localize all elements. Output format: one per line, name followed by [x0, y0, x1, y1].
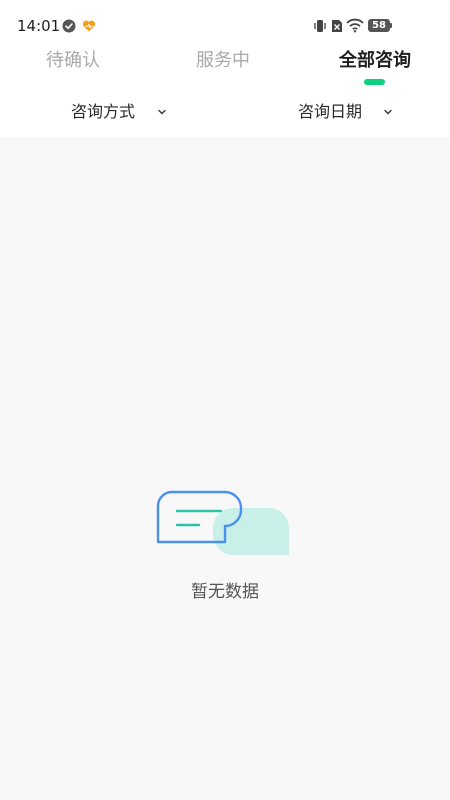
filter-consult-method[interactable]: 咨询方式	[71, 100, 171, 124]
shield-check-icon	[62, 19, 76, 33]
filter-consult-date-label: 咨询日期	[298, 102, 363, 121]
heart-app-icon	[82, 20, 96, 32]
wifi-icon	[346, 18, 364, 33]
status-time: 14:01	[17, 17, 61, 35]
chevron-down-icon	[158, 109, 166, 115]
battery-level: 58	[372, 20, 386, 31]
filter-consult-method-label: 咨询方式	[71, 102, 136, 121]
status-bar: 14:01 58	[0, 0, 450, 44]
tab-in-service[interactable]: 服务中	[178, 48, 268, 74]
vibrate-icon	[314, 20, 326, 32]
tab-active-indicator	[364, 79, 385, 85]
battery-icon: 58	[368, 19, 390, 32]
no-sim-icon	[332, 20, 342, 32]
empty-state-message: 暂无数据	[191, 582, 259, 602]
tab-pending[interactable]: 待确认	[28, 48, 118, 74]
battery-tip	[390, 23, 392, 28]
empty-chat-icon	[156, 490, 289, 555]
tab-all-consultations[interactable]: 全部咨询	[330, 48, 420, 74]
filter-consult-date[interactable]: 咨询日期	[298, 100, 398, 124]
chevron-down-icon	[384, 109, 392, 115]
header-area: 14:01 58 待确认 服务中 全部咨询 咨询方式 咨询日期	[0, 0, 450, 137]
